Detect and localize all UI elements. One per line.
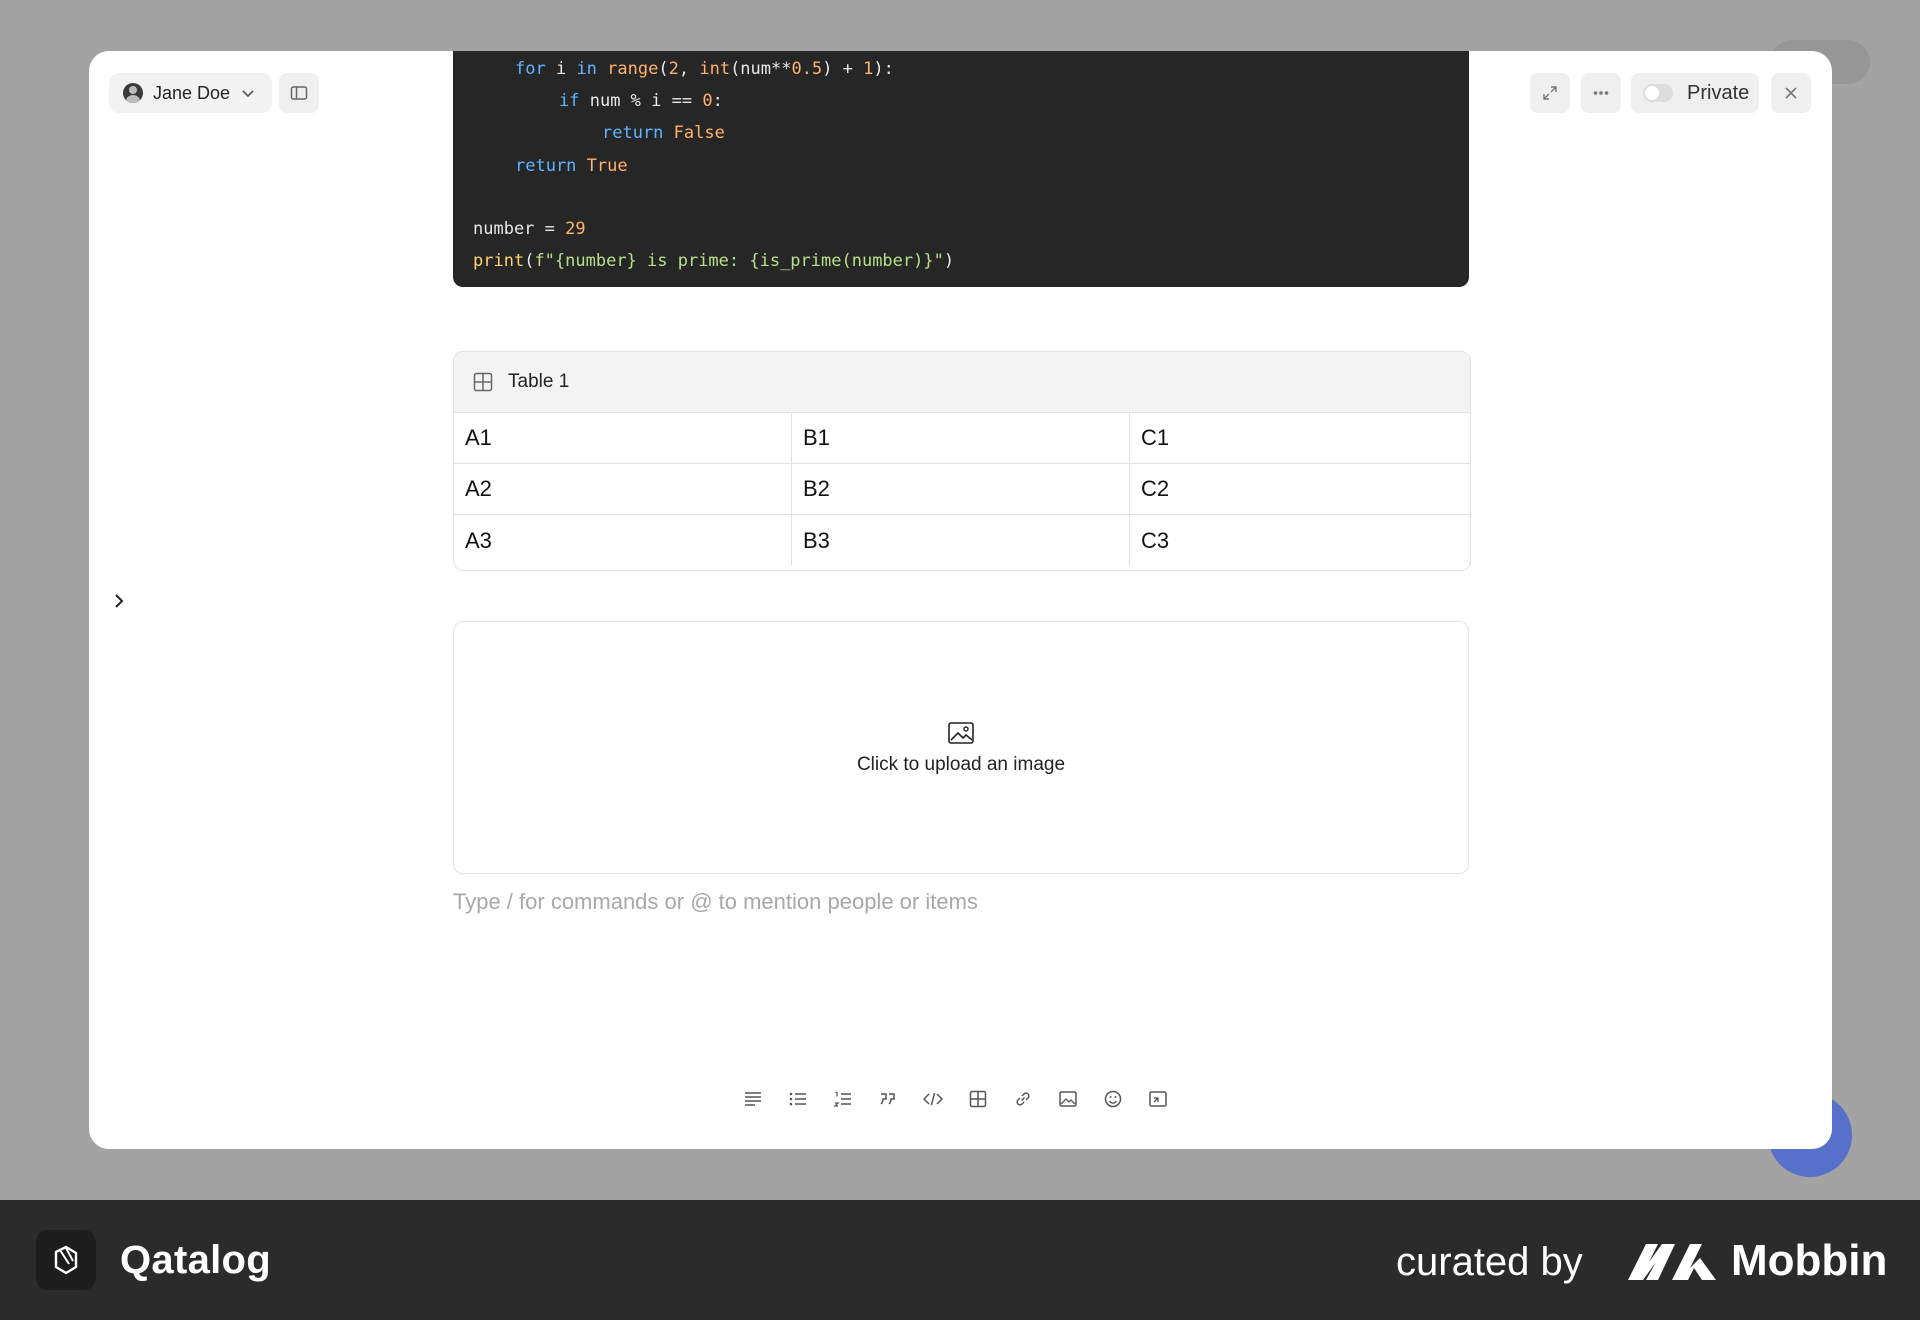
embed-button[interactable] — [1146, 1087, 1170, 1111]
table-cell[interactable]: C2 — [1130, 464, 1470, 515]
table-cell[interactable]: C3 — [1130, 515, 1470, 566]
table-cell[interactable]: A2 — [454, 464, 792, 515]
code-button[interactable] — [921, 1087, 945, 1111]
code-line-4: return True — [515, 156, 628, 176]
emoji-icon — [1104, 1090, 1122, 1108]
upload-label: Click to upload an image — [856, 753, 1066, 775]
image-upload-area[interactable]: Click to upload an image — [453, 621, 1469, 874]
editor-modal: for i in range(2, int(num**0.5) + 1): if… — [89, 51, 1832, 1149]
privacy-toggle[interactable]: Private — [1631, 73, 1759, 113]
align-text-icon — [745, 1092, 761, 1106]
curated-by-label: curated by — [1396, 1240, 1583, 1284]
code-block[interactable]: for i in range(2, int(num**0.5) + 1): if… — [453, 51, 1469, 287]
bullet-list-button[interactable] — [786, 1087, 810, 1111]
code-icon — [923, 1092, 943, 1106]
curator-name: Mobbin — [1731, 1236, 1888, 1285]
formatting-toolbar — [741, 1087, 1170, 1111]
code-line-2: if num % i == 0: — [559, 91, 723, 111]
brand-name: Qatalog — [120, 1238, 272, 1282]
footer-bar: Qatalog curated by Mobbin — [0, 1200, 1920, 1320]
image-icon — [948, 721, 974, 744]
mobbin-logo-icon — [1628, 1244, 1716, 1280]
editor-placeholder[interactable]: Type / for commands or @ to mention peop… — [453, 889, 978, 915]
ellipsis-icon — [1593, 91, 1609, 95]
close-icon — [1785, 87, 1797, 99]
privacy-label: Private — [1687, 81, 1750, 104]
privacy-switch[interactable] — [1643, 84, 1673, 102]
table-block[interactable]: Table 1 A1 B1 C1 A2 B2 C2 A3 B3 C3 — [453, 351, 1471, 571]
table-cell[interactable]: A1 — [454, 413, 792, 464]
align-text-button[interactable] — [741, 1087, 765, 1111]
close-button[interactable] — [1771, 73, 1811, 113]
code-line-6: print(f"{number} is prime: {is_prime(num… — [473, 251, 955, 271]
toggle-sidebar-button[interactable] — [279, 73, 319, 113]
qatalog-logo-icon — [36, 1230, 96, 1290]
bullet-list-icon — [789, 1092, 806, 1106]
chevron-right-icon[interactable] — [107, 589, 131, 613]
table-cell[interactable]: A3 — [454, 515, 792, 566]
expand-button[interactable] — [1530, 73, 1570, 113]
quote-button[interactable] — [876, 1087, 900, 1111]
table-cell[interactable]: B2 — [792, 464, 1130, 515]
table-header: Table 1 — [454, 352, 1470, 413]
link-icon — [1016, 1092, 1030, 1106]
quote-icon — [880, 1093, 895, 1105]
avatar — [123, 83, 143, 103]
numbered-list-button[interactable] — [831, 1087, 855, 1111]
table-title: Table 1 — [508, 371, 570, 392]
link-button[interactable] — [1011, 1087, 1035, 1111]
image-button[interactable] — [1056, 1087, 1080, 1111]
table-button[interactable] — [966, 1087, 990, 1111]
more-options-button[interactable] — [1581, 73, 1621, 113]
table-icon — [473, 372, 493, 392]
chevron-down-icon — [242, 90, 254, 98]
image-icon — [1059, 1091, 1077, 1107]
code-line-5: number = 29 — [473, 219, 586, 239]
table-icon — [969, 1090, 987, 1108]
code-line-3: return False — [602, 123, 725, 143]
emoji-button[interactable] — [1101, 1087, 1125, 1111]
table-cell[interactable]: B3 — [792, 515, 1130, 566]
user-switcher[interactable]: Jane Doe — [109, 73, 273, 113]
embed-icon — [1149, 1091, 1167, 1107]
table-cell[interactable]: B1 — [792, 413, 1130, 464]
user-name: Jane Doe — [153, 82, 231, 103]
sidebar-icon — [290, 86, 308, 100]
table-grid: A1 B1 C1 A2 B2 C2 A3 B3 C3 — [454, 413, 1470, 566]
code-line-1: for i in range(2, int(num**0.5) + 1): — [515, 59, 894, 79]
numbered-list-icon — [834, 1091, 851, 1107]
table-cell[interactable]: C1 — [1130, 413, 1470, 464]
expand-icon — [1543, 86, 1557, 100]
